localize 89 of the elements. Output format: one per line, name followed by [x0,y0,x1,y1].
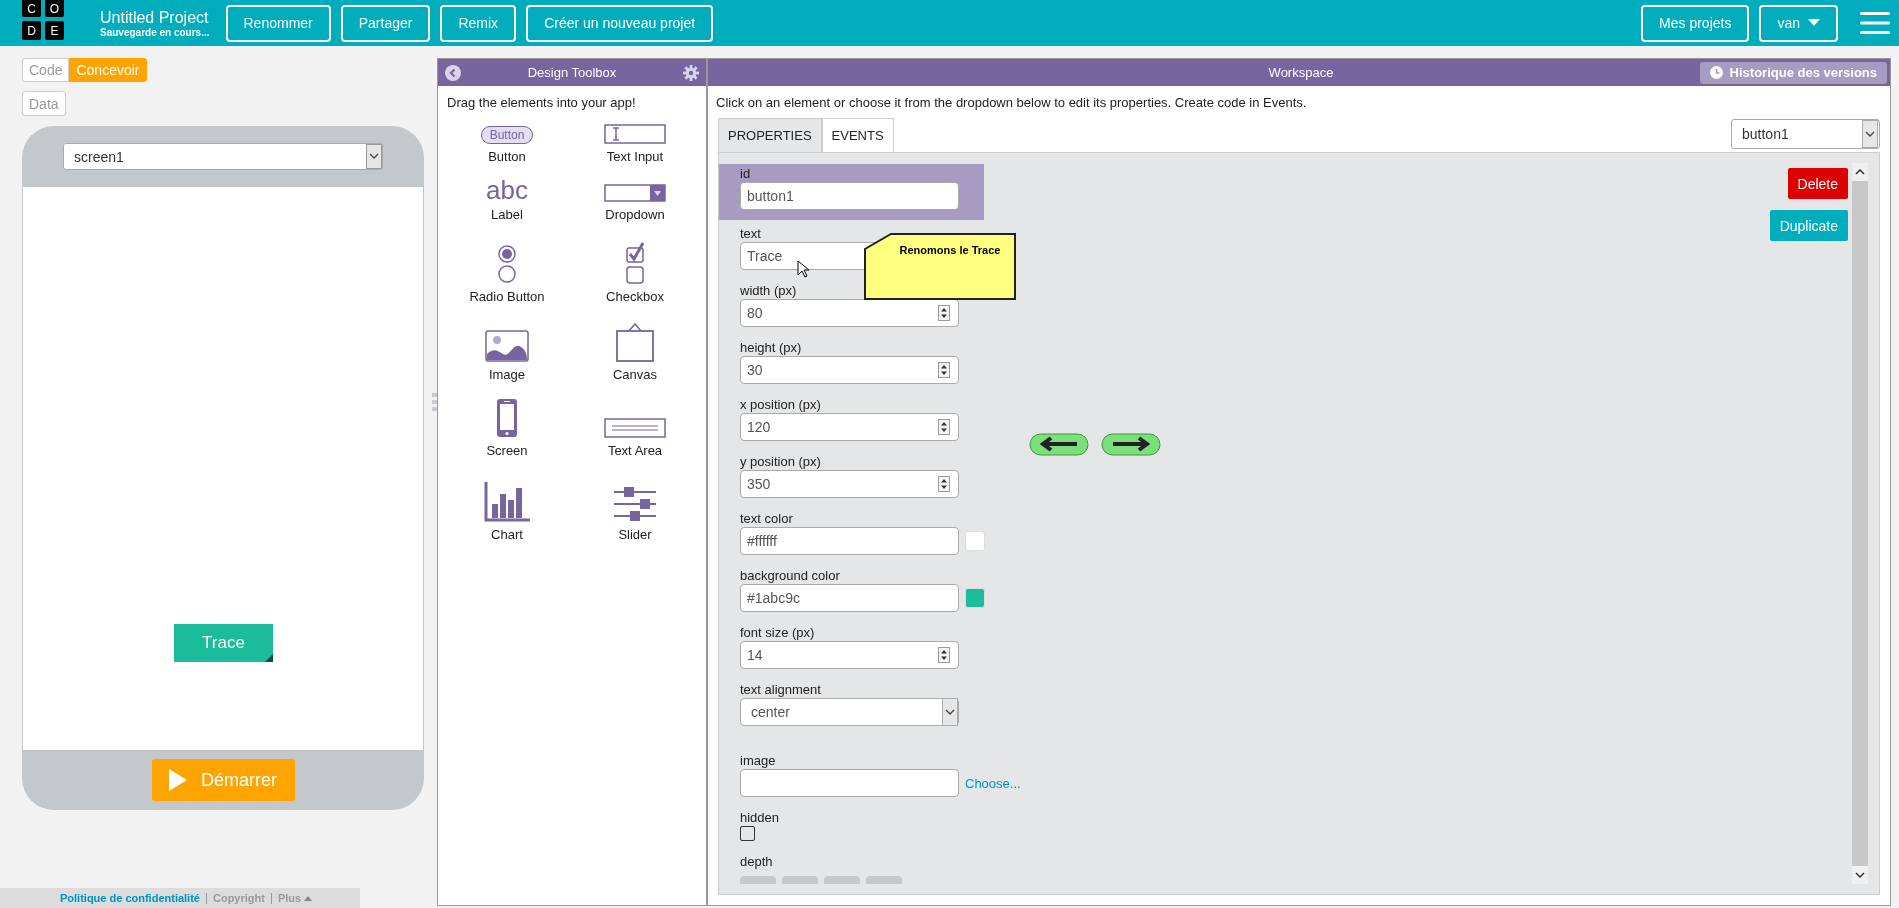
play-icon [169,769,187,791]
element-label[interactable]: Canvas [612,367,658,382]
right-arrow-button[interactable] [1101,433,1161,456]
number-field[interactable]: 30 [740,356,959,384]
number-field[interactable]: 120 [740,413,959,441]
property-label: depth [740,854,774,870]
property-label: image [740,753,777,769]
input-field[interactable] [740,769,959,797]
caret-icon [366,144,382,169]
scroll-up-icon [1855,169,1865,175]
color-swatch[interactable] [965,531,985,551]
input-field[interactable]: #ffffff [740,527,959,555]
tab[interactable]: PROPERTIES [718,118,822,152]
element-label[interactable]: Dropdown [605,207,665,222]
tooltip: Renomons le Trace [862,232,1018,302]
element-label[interactable]: Text Input [606,149,664,164]
depth-button[interactable] [824,876,860,884]
property-label: width (px) [740,283,798,299]
caret-icon [942,698,958,726]
radio-buttons-icon [497,244,517,284]
panel-title: Design Toolbox [527,65,617,80]
save-status: Sauvegarde en cours... [100,26,210,38]
clock-icon [1709,66,1723,79]
property-label: height (px) [740,340,803,356]
spinner-icon [938,419,950,435]
tab[interactable]: EVENTS [821,118,894,152]
checkboxes-icon [624,242,646,284]
left-arrow-button[interactable] [1029,433,1089,456]
element-label[interactable]: Slider [618,527,652,542]
screen-dropdown[interactable]: screen1 [63,143,383,170]
bar-chart-icon [484,482,530,522]
project-title: Untitled Project [100,8,210,27]
delete-button[interactable]: Delete [1787,168,1848,199]
property-label: text color [740,511,794,527]
instruction-text: Drag the elements into your app! [447,95,637,110]
settings-icon [683,64,699,81]
depth-button[interactable] [740,876,776,884]
instruction-text: Click on an element or choose it from the dropdown below to edit its properties. Create code in Events. [715,94,1308,112]
back-icon [445,64,461,81]
button-element-icon[interactable]: Button [480,126,534,144]
dropdown-field[interactable]: center [740,698,959,726]
scroll-down-icon [1855,872,1865,878]
property-label: y position (px) [740,454,822,470]
property-label: hidden [740,810,781,826]
number-field[interactable]: 80 [740,299,959,327]
element-dropdown[interactable]: button1 [1731,119,1880,149]
drag-handle-icon [432,393,437,411]
input-field[interactable]: button1 [740,182,959,210]
spinner-icon [938,647,950,663]
canvas-icon [615,322,655,362]
caret-icon [304,895,313,901]
spinner-icon [938,362,950,378]
spinner-icon [938,305,950,321]
checkbox[interactable] [740,826,755,841]
menu-icon [1860,11,1890,35]
depth-button[interactable] [866,876,902,884]
element-label[interactable]: Screen [486,443,528,458]
caret-icon [1862,120,1878,148]
element-label[interactable]: Checkbox [606,289,664,304]
element-label[interactable]: Image [488,367,526,382]
text-area-icon [604,418,666,438]
phone-icon [496,398,518,438]
property-label: font size (px) [740,625,816,641]
sliders-icon [612,486,658,522]
image-icon [485,330,529,362]
property-label: x position (px) [740,397,822,413]
depth-button[interactable] [782,876,818,884]
property-label: text [740,226,762,242]
panel-title: Workspace [1268,65,1334,80]
input-field[interactable]: #1abc9c [740,584,959,612]
label-element-icon[interactable]: abc [486,178,528,202]
element-label[interactable]: Label [491,207,523,222]
property-label: background color [740,568,841,584]
property-label: id [740,166,752,182]
number-field[interactable]: 350 [740,470,959,498]
caret-icon [1808,19,1820,27]
resize-handle-icon [265,654,273,662]
text-input-icon [604,124,666,144]
spinner-icon [938,476,950,492]
element-label[interactable]: Text Area [607,443,663,458]
cursor-icon [797,260,809,278]
color-swatch[interactable] [965,588,985,608]
property-label: text alignment [740,682,822,698]
element-label[interactable]: Button [488,149,526,164]
dropdown-icon [604,184,666,202]
element-label[interactable]: Chart [491,527,523,542]
number-field[interactable]: 14 [740,641,959,669]
logo[interactable]: C O D E [22,0,64,40]
element-label[interactable]: Radio Button [469,289,545,304]
